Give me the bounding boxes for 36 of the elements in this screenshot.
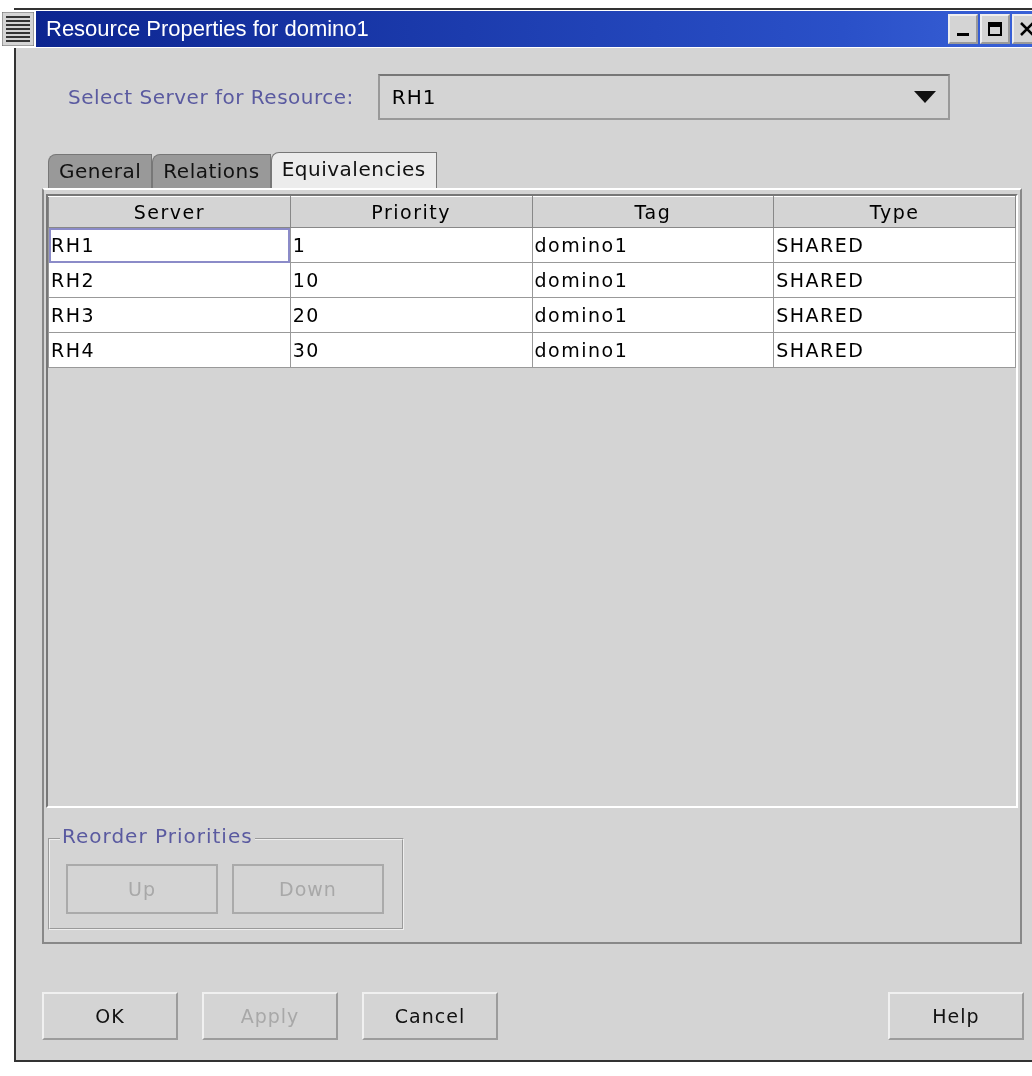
dialog-button[interactable]: Cancel bbox=[362, 992, 498, 1040]
server-dropdown[interactable]: RH1 bbox=[377, 74, 950, 120]
server-select-label: Select Server for Resource: bbox=[68, 85, 354, 109]
column-header[interactable]: Priority bbox=[290, 196, 532, 228]
table-cell: 1 bbox=[290, 227, 532, 263]
table-cell: 30 bbox=[290, 332, 532, 368]
window-title: Resource Properties for domino1 bbox=[46, 16, 370, 42]
column-header[interactable]: Type bbox=[773, 196, 1016, 228]
table-cell: RH4 bbox=[48, 332, 291, 368]
table-cell: SHARED bbox=[773, 332, 1016, 368]
dialog-button[interactable]: Help bbox=[888, 992, 1024, 1040]
dialog-button[interactable]: OK bbox=[42, 992, 178, 1040]
minimize-button[interactable] bbox=[948, 14, 978, 44]
tab[interactable]: Relations bbox=[152, 154, 271, 188]
close-icon bbox=[1019, 21, 1032, 37]
table-cell: 10 bbox=[290, 262, 532, 298]
menu-icon[interactable] bbox=[2, 12, 34, 46]
table-cell: 20 bbox=[290, 297, 532, 333]
column-header[interactable]: Tag bbox=[532, 196, 774, 228]
table-cell: RH3 bbox=[48, 297, 291, 333]
maximize-icon bbox=[987, 21, 1003, 37]
table-cell: SHARED bbox=[773, 297, 1016, 333]
table-cell: domino1 bbox=[532, 297, 774, 333]
dropdown-arrow-icon bbox=[913, 91, 936, 103]
table-cell: RH1 bbox=[48, 227, 291, 263]
maximize-button[interactable] bbox=[980, 14, 1010, 44]
table-cell: SHARED bbox=[773, 227, 1016, 263]
tab[interactable]: Equivalencies bbox=[270, 152, 437, 188]
table-cell: domino1 bbox=[532, 332, 774, 368]
table-cell: RH2 bbox=[48, 262, 291, 298]
table-cell: SHARED bbox=[773, 262, 1016, 298]
table-cell: domino1 bbox=[532, 262, 774, 298]
table-cell: domino1 bbox=[532, 227, 774, 263]
minimize-icon bbox=[957, 32, 969, 36]
column-header[interactable]: Server bbox=[48, 196, 291, 228]
tab[interactable]: General bbox=[48, 154, 153, 188]
